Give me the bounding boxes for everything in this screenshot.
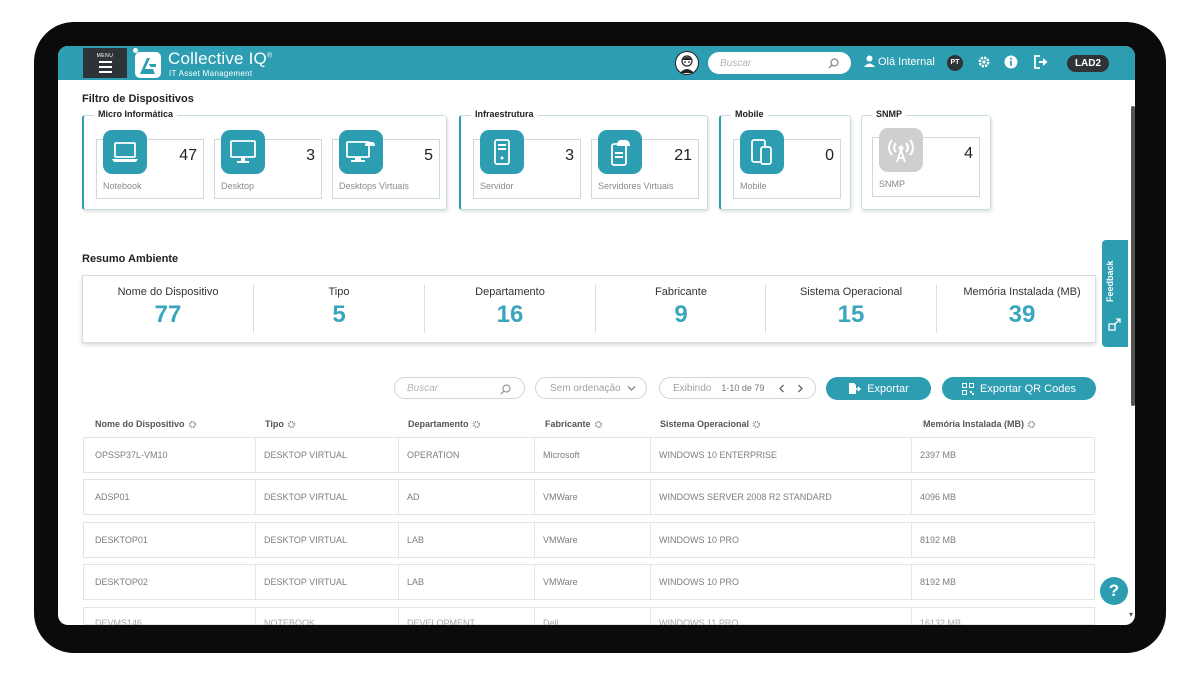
table-row[interactable]: DESKTOP01 DESKTOP VIRTUAL LAB VMWare WIN… [83,522,1095,558]
card-count: 47 [179,147,197,164]
qr-code-icon [962,382,974,395]
group-snmp: SNMP 4 SNMP [861,109,991,210]
card-count: 4 [964,145,973,162]
info-icon[interactable] [1004,55,1018,74]
feedback-tab[interactable]: Feedback [1102,240,1128,347]
summary-manufacturer: Fabricante 9 [595,285,766,333]
mobile-devices-icon [740,130,784,174]
card-label: SNMP [879,179,906,189]
summary-installed-memory: Memória Instalada (MB) 39 [936,285,1107,333]
summary-operating-system: Sistema Operacional 15 [765,285,936,333]
card-snmp[interactable]: 4 SNMP [872,128,980,197]
card-label: Mobile [740,181,767,191]
group-label: Mobile [731,109,768,119]
help-button[interactable]: ? [1100,577,1128,605]
column-header-department[interactable]: Departamento [408,419,481,429]
feedback-label: Feedback [1105,260,1115,302]
environment-summary: Nome do Dispositivo 77 Tipo 5 Departamen… [82,275,1096,343]
summary-title: Resumo Ambiente [82,253,179,265]
menu-label: MENU [96,53,114,59]
group-label: Micro Informática [94,109,178,119]
brand-subtitle: IT Asset Management [169,69,253,78]
page-range: 1-10 de 79 [721,383,765,393]
card-mobile[interactable]: 0 Mobile [733,130,841,199]
chevron-left-icon[interactable] [778,384,785,396]
antenna-icon [879,128,923,172]
sort-label: Sem ordenação [550,383,621,394]
chevron-right-icon[interactable] [797,384,804,396]
card-label: Desktop [221,181,255,191]
card-notebook[interactable]: 47 Notebook [96,130,204,199]
group-mobile: Mobile 0 Mobile [719,109,851,210]
summary-type: Tipo 5 [253,285,424,333]
table-row[interactable]: ADSP01 DESKTOP VIRTUAL AD VMWare WINDOWS… [83,479,1095,515]
scroll-down-arrow-icon[interactable]: ▾ [1129,610,1133,619]
card-label: Servidor [480,181,514,191]
gear-icon [1027,420,1036,429]
group-infraestrutura: Infraestrutura 3 Servidor 21 Servidores … [459,109,708,210]
table-row[interactable]: OPSSP37L-VM10 DESKTOP VIRTUAL OPERATION … [83,437,1095,473]
group-label: SNMP [872,109,907,119]
column-header-type[interactable]: Tipo [265,419,296,429]
card-label: Notebook [103,181,142,191]
card-servidores-virtuais[interactable]: 21 Servidores Virtuais [591,130,699,199]
export-button[interactable]: Exportar [826,377,931,400]
virtual-desktop-icon [339,130,383,174]
card-count: 5 [424,147,433,164]
feedback-icon [1108,318,1122,337]
gear-icon [472,420,480,429]
card-desktops-virtuais[interactable]: 5 Desktops Virtuais [332,130,440,199]
scrollbar-thumb[interactable] [1131,106,1135,406]
monitor-icon [221,130,265,174]
top-bar: MENU Collective IQ® IT Asset Management [58,46,1135,80]
gear-icon[interactable] [977,55,991,74]
virtual-server-icon [598,130,642,174]
column-header-manufacturer[interactable]: Fabricante [545,419,603,429]
showing-label: Exibindo [673,383,712,394]
brand-name: Collective IQ® [168,49,273,68]
logout-icon[interactable] [1034,55,1049,74]
search-icon[interactable] [500,382,511,400]
table-row[interactable]: DEVMS146 NOTEBOOK DEVELOPMENT Dell WINDO… [83,607,1095,625]
card-desktop[interactable]: 3 Desktop [214,130,322,199]
menu-button[interactable]: MENU [83,48,127,78]
export-qr-codes-button[interactable]: Exportar QR Codes [942,377,1096,400]
column-header-installed-memory[interactable]: Memória Instalada (MB) [923,419,1036,429]
card-label: Desktops Virtuais [339,181,409,191]
gear-icon [594,420,602,429]
pagination: Exibindo 1-10 de 79 [659,377,816,399]
app-screen: MENU Collective IQ® IT Asset Management [58,46,1135,625]
card-label: Servidores Virtuais [598,181,674,191]
table-row[interactable]: DESKTOP02 DESKTOP VIRTUAL LAB VMWare WIN… [83,564,1095,600]
filter-title: Filtro de Dispositivos [82,93,194,105]
gear-icon [188,420,196,429]
logo-mark-icon [135,52,161,78]
export-file-icon [849,383,862,394]
summary-device-name: Nome do Dispositivo 77 [117,286,219,328]
user-avatar[interactable] [675,51,699,75]
user-greeting[interactable]: Olá Internal [864,55,935,68]
environment-badge[interactable]: LAD2 [1067,55,1109,72]
sort-dropdown[interactable]: Sem ordenação [535,377,647,399]
search-icon[interactable] [828,56,839,74]
card-count: 0 [825,147,834,164]
server-icon [480,130,524,174]
column-header-operating-system[interactable]: Sistema Operacional [660,419,761,429]
gear-icon [752,420,761,429]
card-count: 3 [565,147,574,164]
hamburger-icon [98,61,112,73]
gear-icon [287,420,296,429]
chevron-down-icon [627,384,636,395]
laptop-icon [103,130,147,174]
summary-department: Departamento 16 [424,285,595,333]
language-selector[interactable]: PT [947,55,963,71]
user-icon [864,55,875,67]
card-servidor[interactable]: 3 Servidor [473,130,581,199]
column-header-device-name[interactable]: Nome do Dispositivo [95,419,197,429]
card-count: 3 [306,147,315,164]
group-micro-informatica: Micro Informática 47 Notebook 3 Desktop … [82,109,447,210]
card-count: 21 [674,147,692,164]
group-label: Infraestrutura [471,109,538,119]
